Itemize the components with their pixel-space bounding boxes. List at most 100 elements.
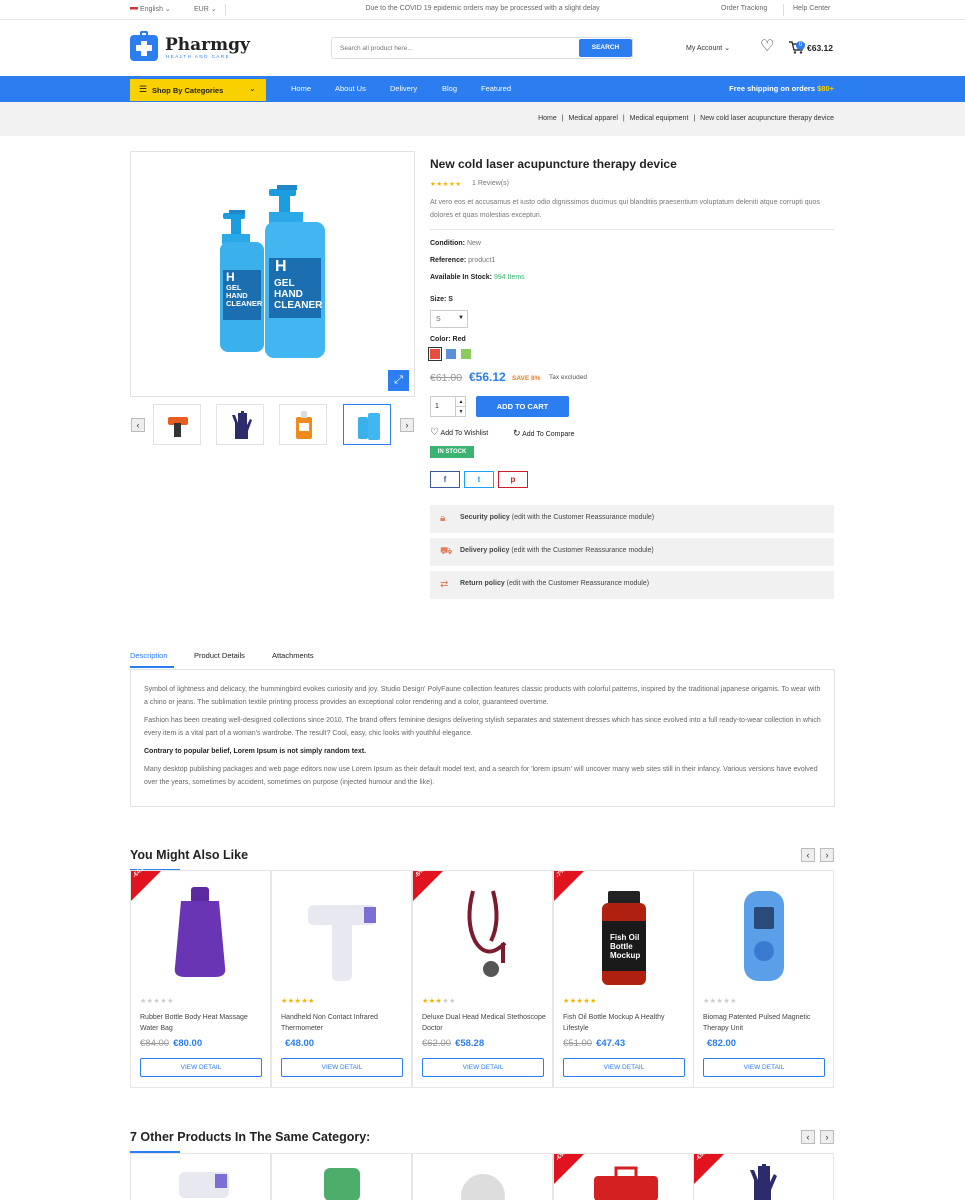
- product-name[interactable]: Handheld Non Contact Infrared Thermomete…: [281, 1012, 406, 1034]
- save-badge: SAVE 8%: [512, 375, 541, 382]
- related-next-arrow-icon[interactable]: ›: [820, 848, 834, 862]
- quantity-stepper[interactable]: 1 ▲ ▼: [430, 396, 466, 417]
- description-paragraph: Symbol of lightness and delicacy, the hu…: [144, 686, 821, 706]
- help-center-link[interactable]: Help Center: [793, 5, 830, 12]
- language-selector[interactable]: English ⌄: [130, 5, 171, 13]
- share-pinterest-icon[interactable]: p: [498, 471, 528, 488]
- description-panel: Symbol of lightness and delicacy, the hu…: [130, 669, 835, 807]
- rating-stars: ★★★★★: [563, 998, 597, 1005]
- tab-description[interactable]: Description: [130, 651, 168, 660]
- logo-name[interactable]: Pharmgy: [165, 35, 250, 55]
- tab-product-details[interactable]: Product Details: [194, 651, 245, 660]
- thumbnail-sanitizer[interactable]: [279, 404, 327, 445]
- view-detail-button[interactable]: VIEW DETAIL: [422, 1058, 544, 1077]
- product-card[interactable]: -€5.00: [553, 1153, 694, 1200]
- product-card[interactable]: -€5.00: [693, 1153, 834, 1200]
- review-count[interactable]: 1 Review(s): [472, 180, 509, 187]
- view-detail-button[interactable]: VIEW DETAIL: [281, 1058, 403, 1077]
- category-prev-arrow-icon[interactable]: ‹: [801, 1130, 815, 1144]
- divider: [430, 229, 834, 230]
- add-to-cart-button[interactable]: ADD TO CART: [476, 396, 569, 417]
- description-paragraph: Many desktop publishing packages and web…: [144, 766, 818, 786]
- thumbnail-thermometer[interactable]: [153, 404, 201, 445]
- cart-count-badge: 0: [796, 41, 805, 50]
- product-short-description: At vero eos et accusamus et iusto odio d…: [430, 199, 820, 219]
- product-card[interactable]: [130, 1153, 271, 1200]
- size-select[interactable]: S ▼: [430, 310, 468, 328]
- share-twitter-icon[interactable]: t: [464, 471, 494, 488]
- chevron-down-icon: ⌄: [249, 84, 256, 93]
- return-icon: ⇄: [440, 579, 449, 590]
- thumbnail-next-arrow-icon[interactable]: ›: [400, 418, 414, 432]
- flag-icon: [130, 6, 138, 12]
- search-button[interactable]: SEARCH: [579, 39, 632, 57]
- current-price: €56.12: [469, 370, 506, 384]
- nav-home[interactable]: Home: [291, 84, 311, 93]
- product-price: €48.00: [285, 1038, 315, 1049]
- product-card[interactable]: ★★★★★ Biomag Patented Pulsed Magnetic Th…: [693, 870, 834, 1088]
- logo-tagline: HEALTH AND CARE: [166, 54, 231, 59]
- expand-zoom-icon[interactable]: ⤢: [388, 370, 409, 391]
- thumbnail-prev-arrow-icon[interactable]: ‹: [131, 418, 145, 432]
- quantity-down-icon[interactable]: ▼: [455, 407, 466, 417]
- color-swatch-green[interactable]: [461, 349, 471, 359]
- logo-icon[interactable]: [130, 31, 158, 61]
- view-detail-button[interactable]: VIEW DETAIL: [140, 1058, 262, 1077]
- order-tracking-link[interactable]: Order Tracking: [721, 5, 767, 12]
- main-navbar: ☰ Shop By Categories ⌄ Home About Us Del…: [0, 76, 965, 102]
- view-detail-button[interactable]: VIEW DETAIL: [703, 1058, 825, 1077]
- breadcrumb-medical-apparel[interactable]: Medical apparel: [568, 115, 617, 122]
- nav-blog[interactable]: Blog: [442, 84, 457, 93]
- rating-stars: ★★★★★: [422, 998, 456, 1005]
- related-prev-arrow-icon[interactable]: ‹: [801, 848, 815, 862]
- add-to-wishlist-link[interactable]: ♡ Add To Wishlist: [430, 428, 488, 438]
- thumbnail-gel-bottles[interactable]: [343, 404, 391, 445]
- color-label: Color: Red: [430, 336, 466, 343]
- nav-featured[interactable]: Featured: [481, 84, 511, 93]
- search-bar: SEARCH: [331, 37, 633, 59]
- wishlist-heart-icon[interactable]: ♡: [760, 38, 774, 56]
- size-label: Size: S: [430, 296, 453, 303]
- mask-pack-product-image: [324, 1168, 360, 1200]
- category-next-arrow-icon[interactable]: ›: [820, 1130, 834, 1144]
- breadcrumb-home[interactable]: Home: [538, 115, 557, 122]
- nav-delivery[interactable]: Delivery: [390, 84, 417, 93]
- thumbnail-glove[interactable]: [216, 404, 264, 445]
- color-swatch-red[interactable]: [428, 347, 442, 361]
- color-swatch-blue[interactable]: [446, 349, 456, 359]
- product-card[interactable]: [271, 1153, 412, 1200]
- search-input[interactable]: [340, 42, 575, 54]
- divider: [225, 4, 226, 16]
- breadcrumb-medical-equipment[interactable]: Medical equipment: [630, 115, 689, 122]
- cart-total[interactable]: €63.12: [807, 43, 833, 53]
- product-name[interactable]: Deluxe Dual Head Medical Stethoscope Doc…: [422, 1012, 547, 1034]
- view-detail-button[interactable]: VIEW DETAIL: [563, 1058, 685, 1077]
- discount-badge: -6%: [413, 867, 443, 901]
- product-card[interactable]: -6% ★★★★★ Deluxe Dual Head Medical Steth…: [412, 867, 553, 1088]
- same-category-title: 7 Other Products In The Same Category:: [130, 1130, 371, 1144]
- my-account-menu[interactable]: My Account ⌄: [686, 44, 730, 52]
- discount-badge: -€4.00: [131, 863, 161, 901]
- gel-bottles-icon: [358, 413, 380, 440]
- tab-attachments[interactable]: Attachments: [272, 651, 314, 660]
- nav-about-us[interactable]: About Us: [335, 84, 366, 93]
- product-main-image[interactable]: H GEL HAND CLEANER H GEL HAND CLEANER ⤢: [130, 151, 415, 397]
- product-name[interactable]: Biomag Patented Pulsed Magnetic Therapy …: [703, 1012, 828, 1034]
- product-card[interactable]: Fish Oil Bottle Mockup -7% ★★★★★ Fish Oil …: [553, 867, 694, 1088]
- product-name[interactable]: Fish Oil Bottle Mockup A Healthy Lifesty…: [563, 1012, 688, 1034]
- currency-selector[interactable]: EUR ⌄: [194, 5, 217, 13]
- condition-row: Condition: New: [430, 240, 481, 247]
- product-name[interactable]: Rubber Bottle Body Heat Massage Water Ba…: [140, 1012, 265, 1034]
- product-card[interactable]: ★★★★★ Handheld Non Contact Infrared Ther…: [271, 870, 412, 1088]
- hand-gel-bottles-image: [220, 185, 325, 358]
- product-card[interactable]: [412, 1153, 553, 1200]
- quantity-up-icon[interactable]: ▲: [455, 397, 466, 407]
- product-price: €82.00: [707, 1038, 737, 1049]
- product-card[interactable]: -€4.00 ★★★★★ Rubber Bottle Body Heat Mas…: [130, 863, 271, 1088]
- description-paragraph: Fashion has been creating well-designed …: [144, 717, 821, 737]
- security-policy: 🔒︎ Security policy (edit with the Custome…: [430, 505, 834, 533]
- shop-by-categories-button[interactable]: ☰ Shop By Categories ⌄: [130, 79, 266, 101]
- share-facebook-icon[interactable]: f: [430, 471, 460, 488]
- reference-row: Reference: product1: [430, 257, 496, 264]
- add-to-compare-link[interactable]: ↻ Add To Compare: [513, 429, 575, 439]
